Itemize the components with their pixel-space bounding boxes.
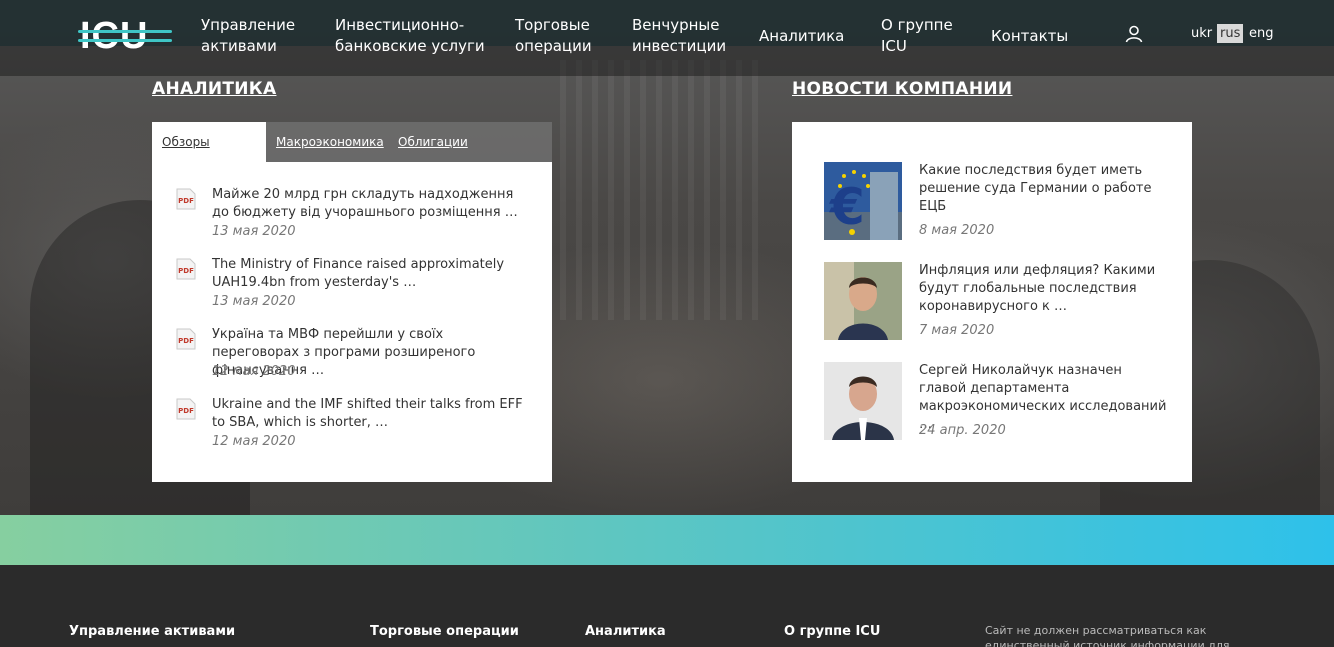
report-title[interactable]: Ukraine and the IMF shifted their talks … xyxy=(212,396,532,432)
logo-wave-line xyxy=(78,30,172,33)
news-thumbnail-euro-sign[interactable]: € xyxy=(824,162,902,240)
footer-disclaimer: Сайт не должен рассматриваться как единс… xyxy=(985,624,1230,647)
report-date: 12 мая 2020 xyxy=(212,434,296,449)
lang-rus[interactable]: rus xyxy=(1217,24,1244,43)
nav-trading[interactable]: Торговые операции xyxy=(515,15,592,57)
news-thumbnail-portrait[interactable] xyxy=(824,362,902,440)
footer-link-analytics[interactable]: Аналитика xyxy=(585,624,666,639)
nav-analytics[interactable]: Аналитика xyxy=(759,26,844,47)
news-item[interactable]: Сергей Николайчук назначен главой департ… xyxy=(824,362,1169,442)
report-date: 13 мая 2020 xyxy=(212,224,296,239)
news-panel: € Какие последствия будет иметь решение … xyxy=(792,122,1192,482)
svg-text:PDF: PDF xyxy=(178,267,194,275)
pdf-icon: PDF xyxy=(176,328,196,350)
svg-text:PDF: PDF xyxy=(178,407,194,415)
tab-macroeconomics[interactable]: Макроэкономика xyxy=(266,122,394,162)
site-header: ICU Управление активами Инвестиционно- б… xyxy=(0,0,1334,76)
report-date: 12 мая 2020 xyxy=(212,364,296,379)
nav-contacts[interactable]: Контакты xyxy=(991,26,1068,47)
icu-logo[interactable]: ICU xyxy=(78,15,172,57)
news-date: 7 мая 2020 xyxy=(919,323,995,338)
pdf-icon: PDF xyxy=(176,188,196,210)
news-section-title[interactable]: НОВОСТИ КОМПАНИИ xyxy=(792,79,1012,99)
logo-text: ICU xyxy=(80,15,149,57)
nav-venture-investments[interactable]: Венчурные инвестиции xyxy=(632,15,726,57)
news-thumbnail-portrait[interactable] xyxy=(824,262,902,340)
report-date: 13 мая 2020 xyxy=(212,294,296,309)
news-item[interactable]: € Какие последствия будет иметь решение … xyxy=(824,162,1169,242)
user-icon[interactable] xyxy=(1124,24,1144,44)
lang-ukr[interactable]: ukr xyxy=(1188,24,1215,43)
footer-link-trading[interactable]: Торговые операции xyxy=(370,624,519,639)
svg-text:PDF: PDF xyxy=(178,337,194,345)
tab-bonds[interactable]: Облигации xyxy=(388,122,478,162)
analytics-tabs: Обзоры рынков Макроэкономика Облигации xyxy=(152,122,552,189)
lang-eng[interactable]: eng xyxy=(1246,24,1277,43)
news-title[interactable]: Какие последствия будет иметь решение су… xyxy=(919,162,1169,216)
analytics-panel: PDF Майже 20 млрд грн складуть надходжен… xyxy=(152,162,552,482)
tab-market-reviews[interactable]: Обзоры рынков xyxy=(152,122,266,189)
pdf-icon: PDF xyxy=(176,258,196,280)
news-title[interactable]: Инфляция или дефляция? Какими будут глоб… xyxy=(919,262,1169,316)
report-title[interactable]: The Ministry of Finance raised approxima… xyxy=(212,256,532,292)
footer-link-about-group[interactable]: О группе ICU xyxy=(784,624,880,639)
nav-about-group[interactable]: О группе ICU xyxy=(881,15,953,57)
report-title[interactable]: Майже 20 млрд грн складуть надходження д… xyxy=(212,186,532,222)
gradient-divider-band xyxy=(0,515,1334,565)
footer-link-asset-management[interactable]: Управление активами xyxy=(69,624,235,639)
nav-investment-banking[interactable]: Инвестиционно- банковские услуги xyxy=(335,15,485,57)
news-date: 8 мая 2020 xyxy=(919,223,995,238)
background-window-blinds xyxy=(560,60,760,320)
svg-text:PDF: PDF xyxy=(178,197,194,205)
nav-asset-management[interactable]: Управление активами xyxy=(201,15,295,57)
news-item[interactable]: Инфляция или дефляция? Какими будут глоб… xyxy=(824,262,1169,342)
site-footer: Управление активами Торговые операции Ан… xyxy=(0,565,1334,647)
analytics-section-title[interactable]: АНАЛИТИКА xyxy=(152,79,276,99)
svg-text:€: € xyxy=(829,178,865,236)
logo-wave-line xyxy=(78,39,172,42)
pdf-icon: PDF xyxy=(176,398,196,420)
news-date: 24 апр. 2020 xyxy=(919,423,1006,438)
